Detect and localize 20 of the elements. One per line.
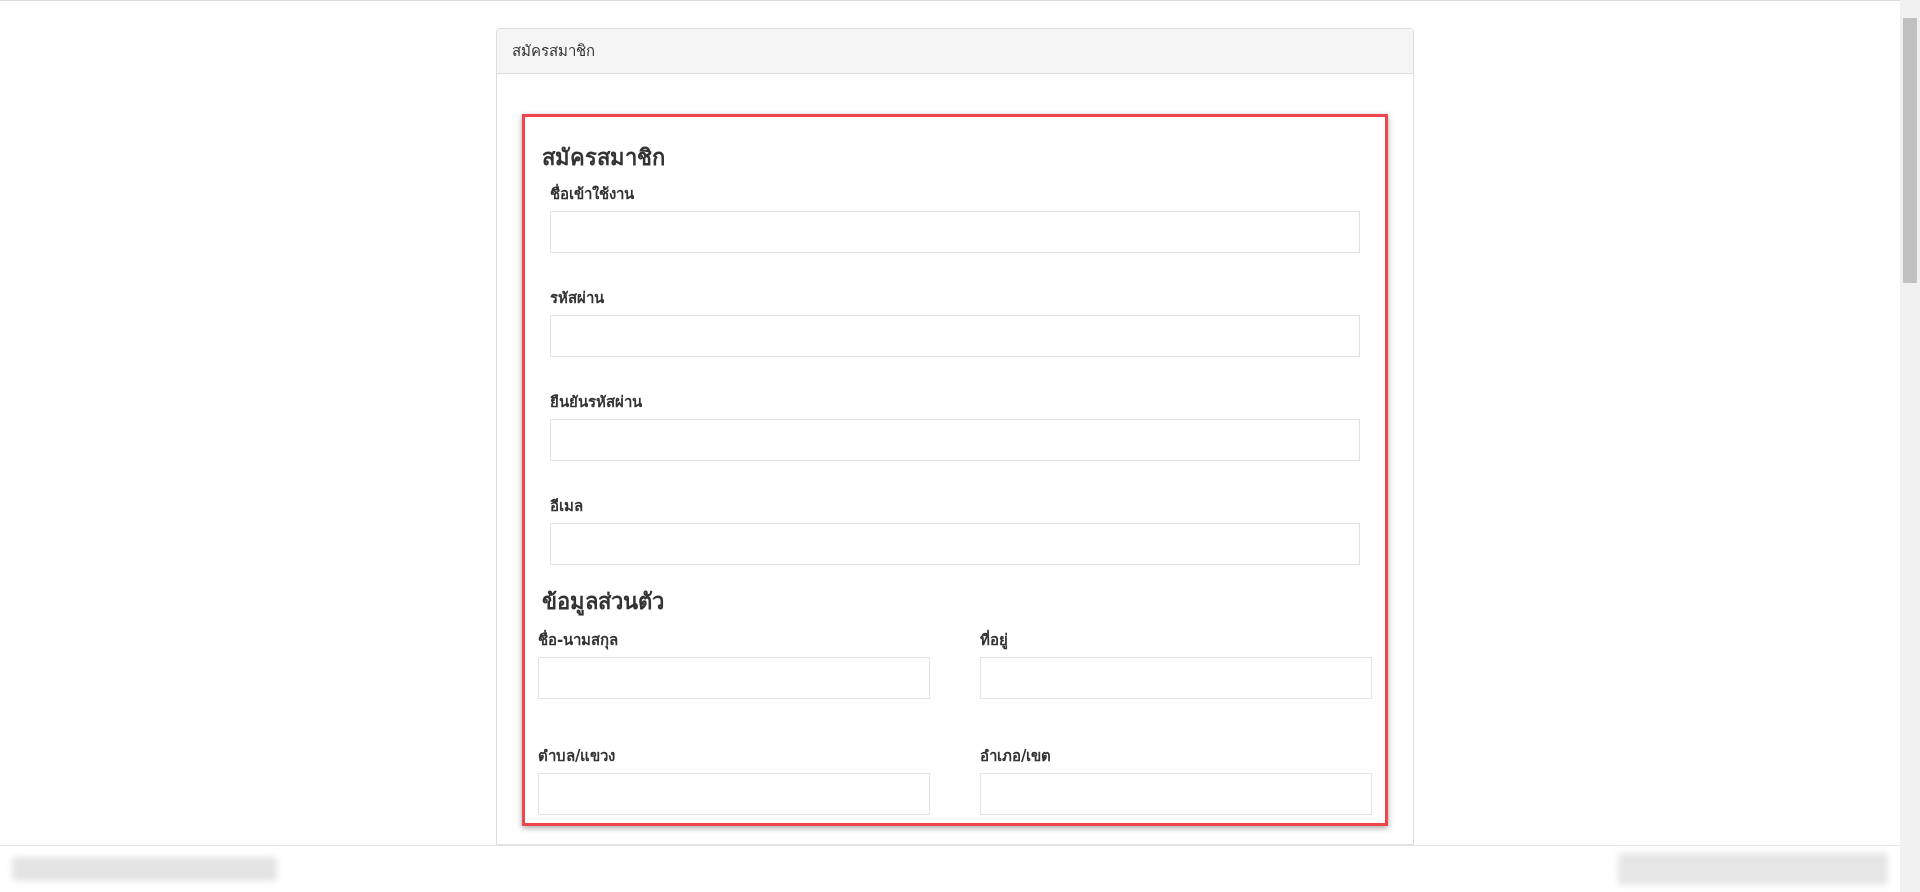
scrollbar-thumb[interactable] [1903,18,1917,283]
input-field[interactable] [980,773,1372,815]
form-heading: สมัครสมาชิก [541,144,666,172]
field-label: อำเภอ/เขต [979,746,1053,767]
input-field[interactable] [980,657,1372,699]
field-label: ยืนยันรหัสผ่าน [549,392,643,413]
field-label: ชื่อเข้าใช้งาน [549,183,635,205]
input-field[interactable] [550,419,1360,461]
input-field[interactable] [550,523,1360,565]
input-field[interactable] [538,773,930,815]
field-label: รหัสผ่าน [549,288,605,309]
field-label: ตำบล/แขวง [537,746,617,767]
panel-title: สมัครสมาชิก [512,40,595,62]
input-field[interactable] [550,315,1360,357]
input-field[interactable] [538,657,930,699]
input-field[interactable] [550,211,1360,253]
field-label: อีเมล [549,496,584,517]
field-label: ชื่อ-นามสกุล [537,629,620,651]
field-label: ที่อยู่ [979,629,1009,651]
section-heading: ข้อมูลส่วนตัว [541,588,665,617]
